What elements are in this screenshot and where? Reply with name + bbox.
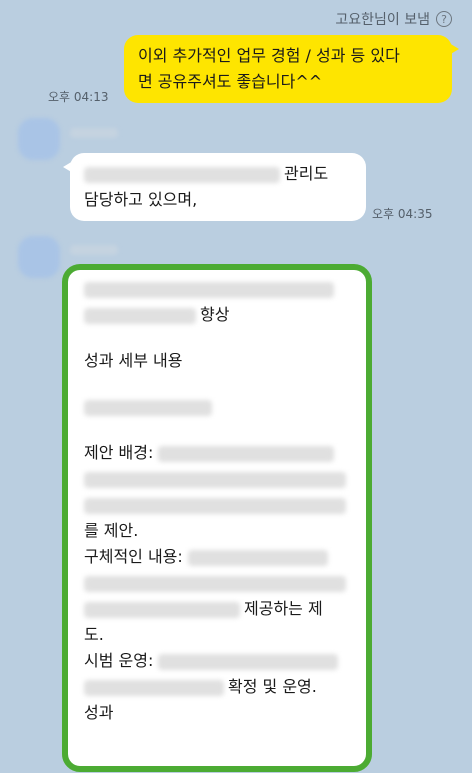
avatar[interactable] xyxy=(18,118,60,160)
redacted-text xyxy=(84,679,224,696)
sender-line: 고요한님이 보냄 ? xyxy=(335,9,452,29)
content-line: 를 제안. xyxy=(84,521,139,540)
help-icon[interactable]: ? xyxy=(436,11,452,27)
content-line: 제공하는 제 xyxy=(84,596,354,622)
content-line: 제안 배경: xyxy=(84,440,354,466)
content-line xyxy=(84,492,354,518)
sender-label: 고요한님이 보냄 xyxy=(335,12,430,28)
redacted-text xyxy=(84,575,346,592)
avatar[interactable] xyxy=(18,236,60,278)
my-message-line: 면 공유주셔도 좋습니다^^ xyxy=(138,72,323,91)
redacted-text xyxy=(158,653,339,670)
reply-time: 오후 04:35 xyxy=(372,207,433,221)
redacted-text xyxy=(84,166,280,183)
section-title: 성과 세부 내용 xyxy=(84,351,183,370)
redacted-text xyxy=(84,601,240,618)
content-line xyxy=(84,276,354,302)
redacted-text xyxy=(187,549,328,566)
my-message-bubble[interactable]: 이외 추가적인 업무 경험 / 성과 등 있다 면 공유주셔도 좋습니다^^ xyxy=(124,35,459,103)
redacted-text xyxy=(84,497,346,514)
content-line: 확정 및 운영. xyxy=(84,674,354,700)
content-line xyxy=(84,394,354,420)
content-line xyxy=(84,466,354,492)
redacted-text xyxy=(84,281,334,298)
sender-name-redacted xyxy=(70,245,118,255)
content-line: 구체적인 내용: xyxy=(84,544,354,570)
sender-name-redacted xyxy=(70,128,118,138)
content-line: 도. xyxy=(84,625,104,644)
content-line: 향상 xyxy=(84,302,354,328)
content-line: 시범 운영: xyxy=(84,648,354,674)
my-message-time: 오후 04:13 xyxy=(48,90,109,104)
redacted-text xyxy=(84,471,346,488)
reply-line: 담당하고 있으며, xyxy=(84,190,198,209)
content-line: 성과 xyxy=(84,703,114,722)
reply-content: 향상 성과 세부 내용 제안 배경: 를 제안. 구체적인 내용: 제공하는 제… xyxy=(84,276,354,726)
redacted-text xyxy=(84,399,212,416)
reply-bubble[interactable]: 관리도 담당하고 있으며, xyxy=(63,153,366,221)
reply-line: 관리도 xyxy=(84,161,352,187)
redacted-text xyxy=(84,307,196,324)
my-message-line: 이외 추가적인 업무 경험 / 성과 등 있다 xyxy=(138,46,400,65)
reply-text: 관리도 xyxy=(284,164,329,183)
redacted-text xyxy=(158,445,335,462)
content-line xyxy=(84,570,354,596)
